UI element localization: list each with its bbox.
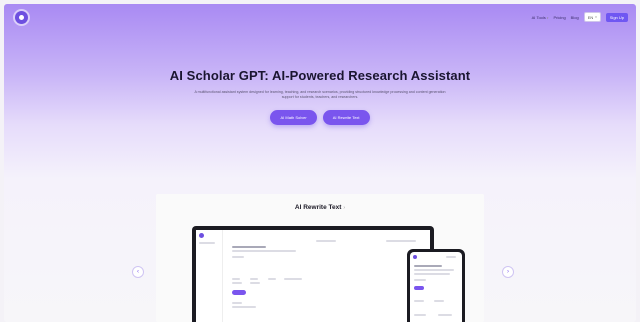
carousel-next-button[interactable]: › <box>502 266 514 278</box>
preview-line <box>250 282 260 284</box>
ai-math-solver-button[interactable]: AI Math Solver <box>270 110 317 125</box>
chevron-down-icon: ▾ <box>595 15 597 19</box>
nav-item-label: AI Tools <box>531 14 546 20</box>
page-title: AI Scholar GPT: AI-Powered Research Assi… <box>169 68 471 83</box>
preview-line <box>268 278 276 280</box>
preview-line <box>232 246 266 248</box>
nav-item-pricing[interactable]: Pricing <box>553 15 565 20</box>
hero-subtitle: A multifunctional assistant system desig… <box>194 90 446 99</box>
preview-line <box>446 256 456 258</box>
preview-line <box>232 302 242 304</box>
logo-icon[interactable] <box>15 11 28 24</box>
preview-line <box>414 265 442 267</box>
top-nav: AI Tools ▾ Pricing Blog EN ▾ Sign Up <box>532 12 628 22</box>
laptop-preview <box>192 226 434 322</box>
nav-item-ai-tools[interactable]: AI Tools ▾ <box>532 15 549 20</box>
showcase-title[interactable]: AI Rewrite Text › <box>156 204 484 211</box>
preview-line <box>284 278 302 280</box>
preview-button <box>232 290 246 295</box>
laptop-screen <box>196 230 430 322</box>
preview-line <box>232 250 296 252</box>
chevron-right-icon: › <box>343 205 346 211</box>
preview-button <box>414 286 424 290</box>
phone-preview <box>407 249 465 322</box>
preview-line <box>316 240 336 242</box>
cta-row: AI Math Solver AI Rewrite Text <box>4 110 636 125</box>
carousel-prev-button[interactable]: ‹ <box>132 266 144 278</box>
ai-rewrite-text-button[interactable]: AI Rewrite Text <box>322 110 370 125</box>
language-select[interactable]: EN ▾ <box>583 12 601 22</box>
preview-line <box>232 278 240 280</box>
preview-line <box>414 279 426 281</box>
showcase-title-text: AI Rewrite Text <box>294 204 342 211</box>
preview-line <box>232 282 242 284</box>
preview-line <box>199 242 215 244</box>
preview-line <box>414 273 450 275</box>
preview-line <box>232 306 256 308</box>
nav-item-blog[interactable]: Blog <box>571 15 579 20</box>
preview-logo-icon <box>413 255 417 259</box>
preview-line <box>250 278 258 280</box>
preview-line <box>386 240 416 242</box>
chevron-right-icon: › <box>507 269 509 275</box>
preview-line <box>414 269 454 271</box>
chevron-down-icon: ▾ <box>546 15 549 20</box>
preview-logo-icon <box>199 233 204 238</box>
preview-line <box>414 314 426 316</box>
preview-line <box>232 256 244 258</box>
signup-button[interactable]: Sign Up <box>605 12 628 22</box>
page: AI Tools ▾ Pricing Blog EN ▾ Sign Up AI … <box>4 4 636 322</box>
chevron-left-icon: ‹ <box>137 269 139 275</box>
preview-line <box>438 314 452 316</box>
preview-line <box>414 300 424 302</box>
preview-sidebar <box>196 230 223 322</box>
phone-screen <box>410 252 462 322</box>
language-value: EN <box>587 14 594 20</box>
preview-line <box>434 300 444 302</box>
